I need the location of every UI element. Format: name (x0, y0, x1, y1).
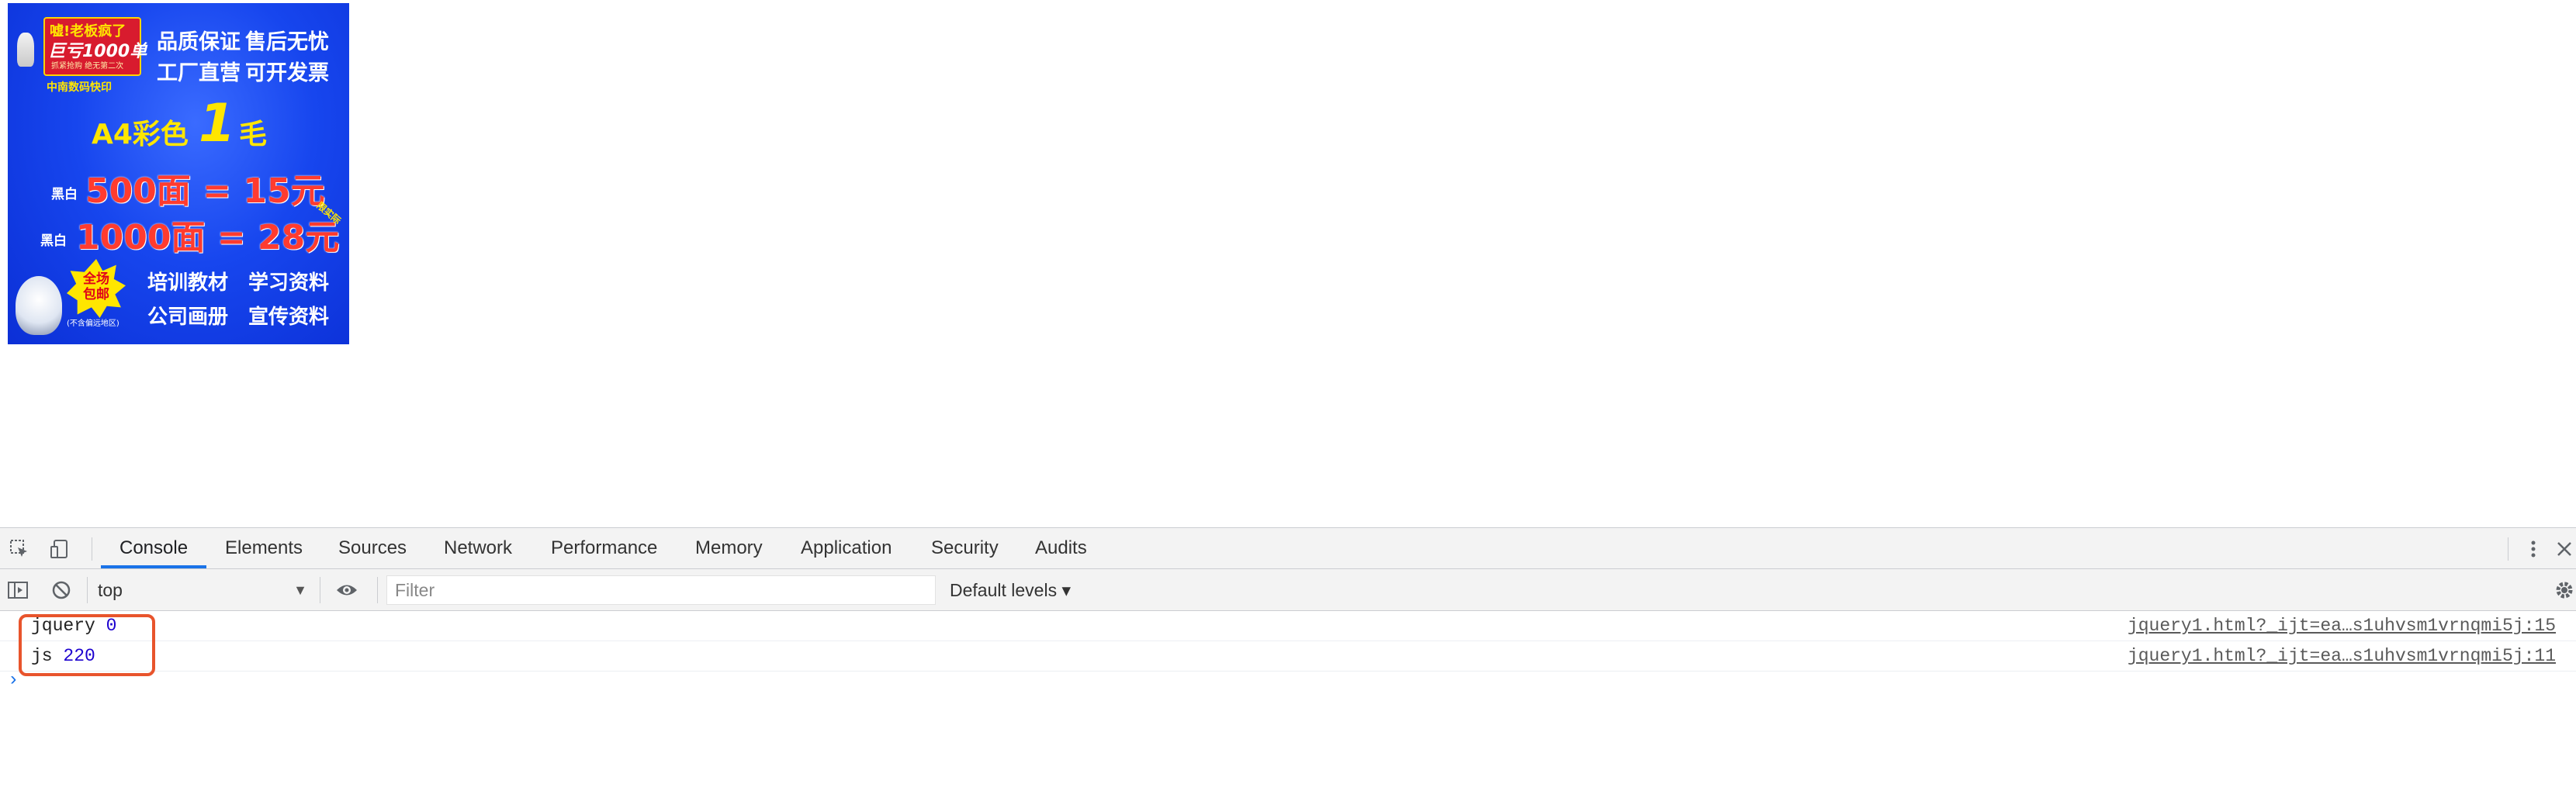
source-link[interactable]: jquery1.html?_ijt=ea…s1uhvsm1vrnqmi5j:11 (2128, 641, 2556, 671)
service-promo: 宣传资料 (248, 306, 330, 329)
console-message-text: jquery 0 (31, 611, 116, 641)
context-select-value: top (98, 580, 123, 600)
figure-illustration (17, 33, 34, 67)
context-select[interactable]: top ▼ (98, 575, 312, 605)
tab-security[interactable]: Security (931, 528, 999, 568)
device-toolbar-icon[interactable] (48, 537, 71, 561)
gear-icon[interactable] (2553, 578, 2576, 602)
devtools-tab-bar: Console Elements Sources Network Perform… (0, 527, 2576, 569)
tab-performance[interactable]: Performance (551, 528, 657, 568)
eye-icon[interactable] (335, 578, 358, 602)
source-link[interactable]: jquery1.html?_ijt=ea…s1uhvsm1vrnqmi5j:15 (2128, 611, 2556, 641)
star-badge-label: 全场包邮 (83, 271, 109, 302)
tab-application[interactable]: Application (801, 528, 892, 568)
promo-box: 嘘!老板疯了 巨亏1000单 抓紧抢购 绝无第二次 (43, 17, 147, 76)
console-message: js 220 jquery1.html?_ijt=ea…s1uhvsm1vrnq… (0, 641, 2576, 672)
tab-console[interactable]: Console (101, 528, 207, 568)
inspect-element-icon[interactable] (8, 537, 31, 561)
console-message: jquery 0 jquery1.html?_ijt=ea…s1uhvsm1vr… (0, 611, 2576, 641)
service-brochure: 公司画册 (147, 306, 229, 329)
mascot-illustration (16, 276, 62, 335)
console-toolbar: top ▼ Default levels ▾ (0, 569, 2576, 611)
more-vertical-icon[interactable] (2522, 537, 2545, 561)
slogan-invoice: 可开发票 (245, 61, 329, 85)
toolbar-divider (87, 577, 88, 603)
tab-elements[interactable]: Elements (225, 528, 303, 568)
log-value: 0 (106, 616, 117, 636)
log-levels-dropdown[interactable]: Default levels ▾ (950, 575, 1071, 605)
console-sidebar-icon[interactable] (6, 578, 29, 602)
slogan-factory: 工厂直营 (157, 61, 241, 85)
console-messages: jquery 0 jquery1.html?_ijt=ea…s1uhvsm1vr… (0, 611, 2576, 672)
filter-input[interactable] (386, 575, 936, 605)
toolbar-divider (377, 577, 378, 603)
close-icon[interactable] (2553, 537, 2576, 561)
slogan-aftersales: 售后无忧 (245, 30, 329, 54)
console-message-text: js 220 (31, 641, 95, 671)
a4-color-unit: 毛 (239, 119, 268, 150)
devtools-panel: Console Elements Sources Network Perform… (0, 527, 2576, 808)
ad-banner-image: 嘘!老板疯了 巨亏1000单 抓紧抢购 绝无第二次 中南数码快印 品质保证 售后… (8, 3, 349, 344)
service-training: 培训教材 (147, 271, 229, 295)
console-prompt[interactable]: › (8, 670, 19, 691)
log-label: jquery (31, 616, 95, 636)
slogan-quality: 品质保证 (157, 30, 241, 54)
bw-price-500: 500面 = 15元 (85, 171, 325, 211)
chevron-down-icon: ▼ (293, 582, 307, 598)
shop-name: 中南数码快印 (47, 81, 112, 94)
tab-memory[interactable]: Memory (695, 528, 763, 568)
a4-color-label: A4彩色 (92, 119, 189, 150)
star-note: (不含偏远地区) (67, 319, 119, 328)
bw-price-1000: 1000面 = 28元 (76, 218, 340, 257)
tab-audits[interactable]: Audits (1035, 528, 1087, 568)
tab-network[interactable]: Network (444, 528, 512, 568)
clear-console-icon[interactable] (50, 578, 73, 602)
log-label: js (31, 646, 53, 666)
promo-line-3: 抓紧抢购 绝无第二次 (51, 62, 124, 71)
log-value: 220 (63, 646, 95, 666)
service-study: 学习资料 (248, 271, 330, 295)
bw-label-1: 黑白 (51, 187, 78, 202)
bw-label-2: 黑白 (40, 233, 67, 249)
tab-sources[interactable]: Sources (338, 528, 407, 568)
a4-color-price: 1 (199, 93, 236, 154)
